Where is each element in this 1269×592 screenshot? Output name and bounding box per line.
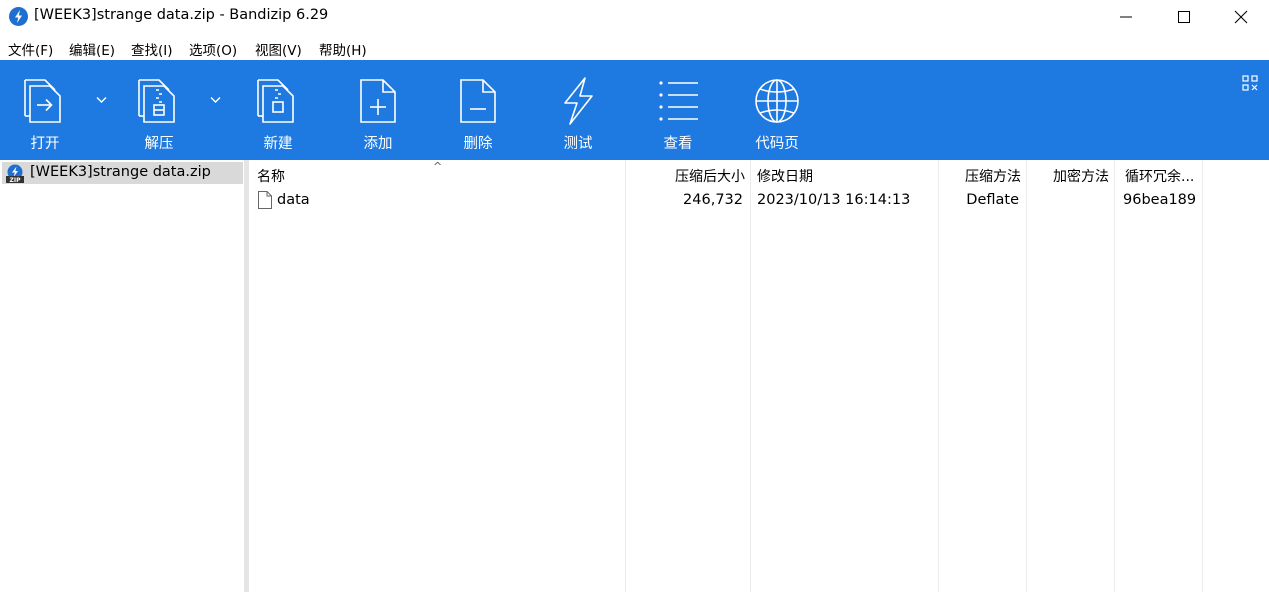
toolbar: 打开 解压 新建 添加 删除 测试 查看 代码页 (0, 60, 1269, 160)
menu-view[interactable]: 视图(V) (255, 39, 302, 59)
layout-grid-icon[interactable] (1242, 75, 1258, 91)
column-divider[interactable] (625, 160, 626, 592)
new-archive-label: 新建 (263, 136, 293, 152)
view-label: 查看 (663, 136, 693, 152)
column-divider[interactable] (1026, 160, 1027, 592)
file-method: Deflate (966, 192, 1019, 208)
add-button[interactable]: 添加 (353, 60, 403, 160)
lightning-icon (564, 77, 593, 125)
menu-find[interactable]: 查找(I) (131, 39, 173, 59)
menu-file[interactable]: 文件(F) (8, 39, 53, 59)
list-view-icon (659, 81, 698, 121)
file-compressed-size: 246,732 (683, 192, 743, 208)
codepage-label: 代码页 (755, 136, 799, 152)
menu-edit[interactable]: 编辑(E) (69, 39, 115, 59)
column-divider[interactable] (1202, 160, 1203, 592)
folder-tree-panel: ZIP [WEEK3]strange data.zip (0, 160, 244, 592)
maximize-button[interactable] (1155, 0, 1213, 33)
file-name: data (277, 192, 310, 208)
codepage-button[interactable]: 代码页 (752, 60, 802, 160)
tree-item-archive-root[interactable]: ZIP [WEEK3]strange data.zip (2, 162, 243, 184)
column-header-compressed-size[interactable]: 压缩后大小 (625, 166, 745, 186)
extract-dropdown-chevron-icon[interactable] (210, 96, 221, 104)
extract-icon (138, 79, 175, 123)
open-label: 打开 (30, 136, 60, 152)
open-button[interactable]: 打开 (20, 60, 70, 160)
bandizip-window: [WEEK3]strange data.zip - Bandizip 6.29 … (0, 0, 1269, 592)
column-header-name[interactable]: 名称 (257, 166, 285, 186)
extract-button[interactable]: 解压 (134, 60, 184, 160)
column-header-crc[interactable]: 循环冗余... (1125, 166, 1194, 186)
file-crc: 96bea189 (1123, 192, 1197, 208)
test-button[interactable]: 测试 (553, 60, 603, 160)
column-header-modified[interactable]: 修改日期 (757, 166, 813, 186)
column-header-method[interactable]: 压缩方法 (938, 166, 1021, 186)
zip-archive-icon: ZIP (6, 164, 24, 184)
open-dropdown-chevron-icon[interactable] (96, 96, 107, 104)
column-divider[interactable] (938, 160, 939, 592)
delete-button[interactable]: 删除 (453, 60, 503, 160)
bandizip-logo-icon (9, 7, 28, 26)
maximize-icon (1178, 11, 1190, 23)
sort-ascending-icon: ^ (433, 160, 443, 173)
menu-bar: 文件(F) 编辑(E) 查找(I) 选项(O) 视图(V) 帮助(H) (0, 36, 1269, 60)
file-icon (258, 191, 272, 209)
test-label: 测试 (563, 136, 593, 152)
new-archive-icon (257, 79, 294, 123)
close-button[interactable] (1212, 0, 1269, 33)
column-divider[interactable] (1114, 160, 1115, 592)
svg-text:ZIP: ZIP (10, 177, 22, 184)
title-bar: [WEEK3]strange data.zip - Bandizip 6.29 (0, 0, 1269, 33)
delete-label: 删除 (463, 136, 493, 152)
extract-label: 解压 (144, 136, 174, 152)
minimize-icon (1120, 16, 1132, 18)
open-icon (24, 79, 61, 123)
close-icon (1234, 10, 1248, 24)
add-label: 添加 (363, 136, 393, 152)
view-button[interactable]: 查看 (653, 60, 703, 160)
globe-icon (755, 79, 799, 123)
delete-file-icon (460, 79, 496, 123)
file-modified: 2023/10/13 16:14:13 (757, 192, 911, 208)
menu-help[interactable]: 帮助(H) (319, 39, 367, 59)
add-file-icon (360, 79, 396, 123)
column-header-encryption[interactable]: 加密方法 (1026, 166, 1109, 186)
tree-item-label: [WEEK3]strange data.zip (30, 164, 211, 180)
new-archive-button[interactable]: 新建 (253, 60, 303, 160)
menu-options[interactable]: 选项(O) (189, 39, 237, 59)
column-divider[interactable] (750, 160, 751, 592)
window-title: [WEEK3]strange data.zip - Bandizip 6.29 (34, 7, 329, 23)
minimize-button[interactable] (1097, 0, 1155, 33)
file-list: ^ 名称 压缩后大小 修改日期 压缩方法 加密方法 循环冗余... data 2… (249, 160, 1269, 592)
